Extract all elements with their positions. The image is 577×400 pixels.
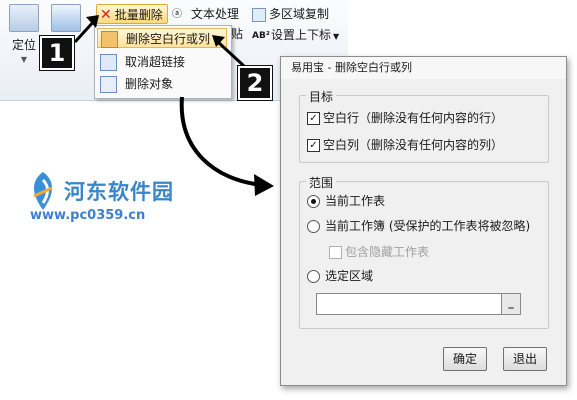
range-input[interactable]: [316, 293, 502, 315]
curved-arrow: [179, 96, 263, 187]
blank-rows-label: 空白行（删除没有任何内容的行）: [323, 111, 504, 125]
ok-button[interactable]: 确定: [443, 347, 487, 371]
watermark-site-name: 河东软件园: [64, 179, 174, 204]
blank-cols-label: 空白列（删除没有任何内容的列）: [323, 138, 504, 152]
selected-range-label: 选定区域: [325, 269, 374, 283]
exit-button[interactable]: 退出: [503, 347, 547, 371]
arrow-2: [216, 40, 246, 68]
watermark-url: www.pc0359.cn: [30, 208, 146, 223]
scope-group-label: 范围: [306, 174, 337, 191]
step-1-badge: 1: [40, 36, 74, 70]
site-logo: [33, 172, 53, 210]
current-workbook-radio[interactable]: [307, 220, 320, 233]
selected-range-radio[interactable]: [307, 270, 320, 283]
current-workbook-label: 当前工作簿 (受保护的工作表将被忽略): [325, 219, 531, 233]
current-sheet-radio[interactable]: [307, 195, 320, 208]
step-2-badge: 2: [238, 66, 272, 100]
include-hidden-checkbox[interactable]: [329, 246, 342, 259]
blank-cols-checkbox[interactable]: ✓: [307, 139, 320, 152]
curved-arrow-head: [254, 174, 274, 196]
blank-rows-checkbox[interactable]: ✓: [307, 112, 320, 125]
delete-blank-dialog: 易用宝 - 删除空白行或列 目标 ✓ 空白行（删除没有任何内容的行） ✓ 空白列…: [280, 56, 567, 386]
range-picker-button[interactable]: _: [501, 293, 521, 315]
dialog-title: 易用宝 - 删除空白行或列: [281, 57, 566, 79]
current-sheet-label: 当前工作表: [325, 194, 386, 208]
target-group-label: 目标: [306, 88, 337, 105]
include-hidden-label: 包含隐藏工作表: [345, 245, 430, 259]
